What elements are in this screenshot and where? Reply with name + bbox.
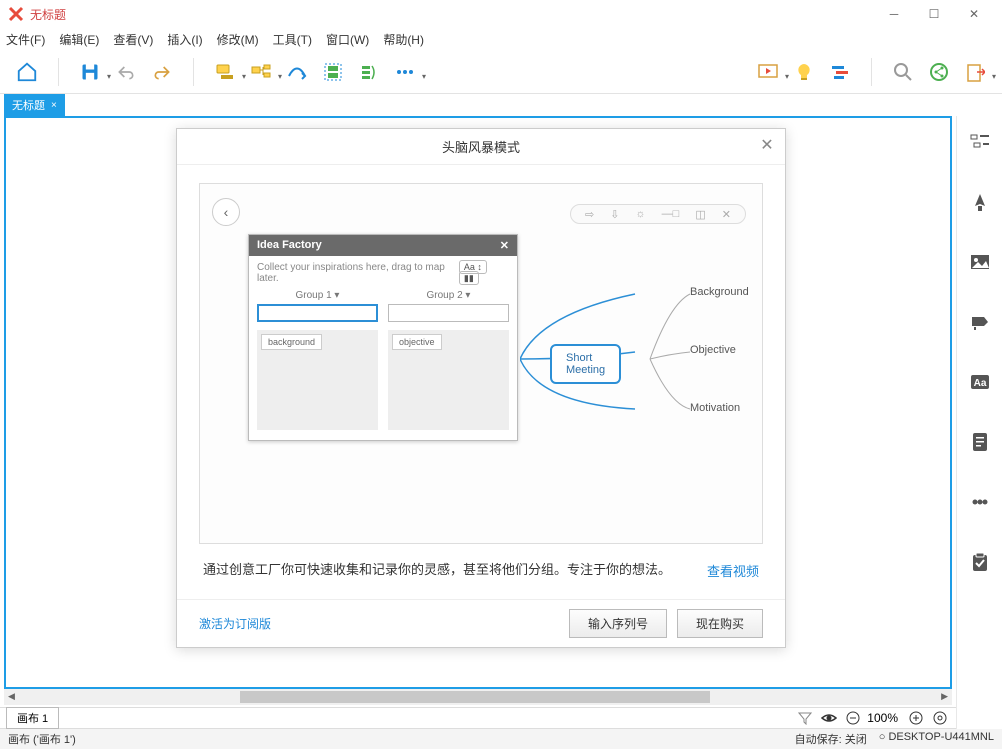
right-panel: Aa xyxy=(956,116,1002,729)
idea-factory-close-icon: ✕ xyxy=(500,239,509,252)
document-tabbar: 无标题 × xyxy=(0,94,1002,116)
sheet-bar: 画布 1 100% xyxy=(0,707,956,729)
menu-window[interactable]: 窗口(W) xyxy=(326,31,369,48)
group2-label: Group 2 ▾ xyxy=(388,290,509,301)
more-button[interactable] xyxy=(390,57,420,87)
redo-button[interactable] xyxy=(147,57,177,87)
eye-icon[interactable] xyxy=(819,709,839,727)
comments-icon[interactable] xyxy=(968,490,992,514)
sun-icon: ☼ xyxy=(636,208,646,220)
topic-button[interactable] xyxy=(210,57,240,87)
canvas[interactable]: 头脑风暴模式 ✕ ‹ ⇨ ⇩ ☼ —□ ◫ ✕ xyxy=(4,116,952,689)
status-left: 画布 ('画布 1') xyxy=(8,731,76,747)
window-title: 无标题 xyxy=(30,6,874,23)
subtopic-button[interactable] xyxy=(246,57,276,87)
status-device: ○ DESKTOP-U441MNL xyxy=(879,731,994,747)
tab-label: 无标题 xyxy=(12,97,45,113)
zoom-out-button[interactable] xyxy=(843,709,863,727)
tag-background: background xyxy=(261,334,322,350)
activate-link[interactable]: 激活为订阅版 xyxy=(199,615,271,632)
boundary-button[interactable] xyxy=(318,57,348,87)
idea-button[interactable] xyxy=(789,57,819,87)
back-button[interactable]: ‹ xyxy=(212,198,240,226)
child-node-2: Objective xyxy=(690,344,736,356)
save-button[interactable] xyxy=(75,57,105,87)
dialog-header: 头脑风暴模式 ✕ xyxy=(177,129,785,165)
maximize-button[interactable]: ☐ xyxy=(914,0,954,28)
buy-now-button[interactable]: 现在购买 xyxy=(677,609,763,638)
fit-button[interactable] xyxy=(930,709,950,727)
brainstorm-dialog: 头脑风暴模式 ✕ ‹ ⇨ ⇩ ☼ —□ ◫ ✕ xyxy=(176,128,786,648)
presentation-button[interactable] xyxy=(753,57,783,87)
statusbar: 画布 ('画布 1') 自动保存: 关闭 ○ DESKTOP-U441MNL xyxy=(0,729,1002,749)
export-button[interactable] xyxy=(960,57,990,87)
dialog-title: 头脑风暴模式 xyxy=(442,137,520,156)
root-node: Short Meeting xyxy=(550,344,621,384)
child-node-1: Background xyxy=(690,286,749,298)
text-icon[interactable]: Aa xyxy=(968,370,992,394)
idea-factory-title: Idea Factory xyxy=(257,239,322,252)
dialog-footer: 激活为订阅版 输入序列号 现在购买 xyxy=(177,599,785,647)
filter-icon[interactable] xyxy=(795,709,815,727)
zoom-in-button[interactable] xyxy=(906,709,926,727)
menubar: 文件(F) 编辑(E) 查看(V) 插入(I) 修改(M) 工具(T) 窗口(W… xyxy=(0,28,1002,50)
titlebar: 无标题 ─ ☐ ✕ xyxy=(0,0,1002,28)
zoom-level: 100% xyxy=(867,711,898,725)
split-icon: ◫ xyxy=(695,208,705,221)
undo-button[interactable] xyxy=(111,57,141,87)
notes-icon[interactable] xyxy=(968,430,992,454)
dialog-description: 通过创意工厂你可快速收集和记录你的灵感，甚至将他们分组。专注于你的想法。 xyxy=(203,560,687,581)
main-toolbar xyxy=(0,50,1002,94)
image-icon[interactable] xyxy=(968,250,992,274)
line-icon: —□ xyxy=(662,208,680,220)
group1-input[interactable] xyxy=(257,304,378,322)
outline-icon[interactable] xyxy=(968,130,992,154)
home-button[interactable] xyxy=(12,57,42,87)
menu-help[interactable]: 帮助(H) xyxy=(383,31,424,48)
share-button[interactable] xyxy=(924,57,954,87)
preview-toolbar: ⇨ ⇩ ☼ —□ ◫ ✕ xyxy=(570,204,746,224)
arrow-right-icon: ⇨ xyxy=(585,208,594,221)
task-icon[interactable] xyxy=(968,550,992,574)
horizontal-scrollbar[interactable] xyxy=(4,689,952,705)
group2-area: objective xyxy=(388,330,509,430)
group1-label: Group 1 ▾ xyxy=(257,290,378,301)
pause-pill: ▮▮ xyxy=(459,271,479,285)
idea-hint: Collect your inspirations here, drag to … xyxy=(257,262,456,284)
menu-insert[interactable]: 插入(I) xyxy=(167,31,202,48)
sheet-tab[interactable]: 画布 1 xyxy=(6,707,59,729)
dialog-close-button[interactable]: ✕ xyxy=(757,135,777,155)
menu-view[interactable]: 查看(V) xyxy=(113,31,153,48)
menu-tools[interactable]: 工具(T) xyxy=(273,31,312,48)
child-node-3: Motivation xyxy=(690,402,740,414)
svg-text:Aa: Aa xyxy=(973,378,986,389)
marker-icon[interactable] xyxy=(968,310,992,334)
menu-edit[interactable]: 编辑(E) xyxy=(59,31,99,48)
workspace: 头脑风暴模式 ✕ ‹ ⇨ ⇩ ☼ —□ ◫ ✕ xyxy=(0,116,1002,729)
minimize-button[interactable]: ─ xyxy=(874,0,914,28)
watch-video-link[interactable]: 查看视频 xyxy=(707,561,759,580)
menu-file[interactable]: 文件(F) xyxy=(6,31,45,48)
tag-objective: objective xyxy=(392,334,442,350)
enter-serial-button[interactable]: 输入序列号 xyxy=(569,609,667,638)
search-button[interactable] xyxy=(888,57,918,87)
relationship-button[interactable] xyxy=(282,57,312,87)
close-window-button[interactable]: ✕ xyxy=(954,0,994,28)
app-logo-icon xyxy=(8,6,24,22)
document-tab[interactable]: 无标题 × xyxy=(4,94,65,116)
menu-modify[interactable]: 修改(M) xyxy=(217,31,259,48)
idea-factory-panel: Idea Factory ✕ Collect your inspirations… xyxy=(248,234,518,441)
format-icon[interactable] xyxy=(968,190,992,214)
gantt-button[interactable] xyxy=(825,57,855,87)
status-autosave: 自动保存: 关闭 xyxy=(795,731,867,747)
close-icon: ✕ xyxy=(722,208,731,221)
tab-close-icon[interactable]: × xyxy=(51,100,57,111)
scrollbar-thumb[interactable] xyxy=(240,691,710,703)
dialog-preview: ‹ ⇨ ⇩ ☼ —□ ◫ ✕ Idea Fact xyxy=(199,183,763,544)
arrow-down-icon: ⇩ xyxy=(610,208,619,221)
group2-input[interactable] xyxy=(388,304,509,322)
group1-area: background xyxy=(257,330,378,430)
summary-button[interactable] xyxy=(354,57,384,87)
